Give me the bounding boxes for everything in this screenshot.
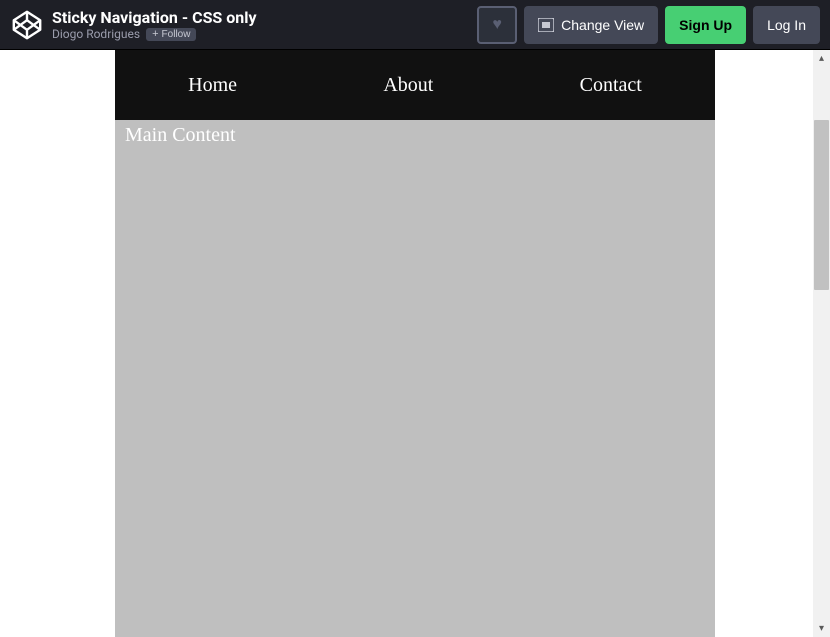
follow-label: Follow (162, 29, 191, 40)
scrollbar-up-icon[interactable]: ▴ (813, 50, 830, 67)
nav-link-home[interactable]: Home (188, 74, 237, 97)
plus-icon: + (152, 29, 158, 40)
change-view-label: Change View (561, 17, 644, 33)
view-icon (538, 18, 554, 32)
pen-author[interactable]: Diogo Rodrigues (52, 27, 140, 41)
change-view-button[interactable]: Change View (524, 6, 658, 44)
pen-info: Sticky Navigation - CSS only Diogo Rodri… (52, 8, 469, 42)
pen-author-row: Diogo Rodrigues + Follow (52, 27, 469, 41)
page-wrapper: Home About Contact Main Content (115, 50, 715, 637)
love-button[interactable]: ♥ (477, 6, 517, 44)
topbar-actions: ♥ Change View Sign Up Log In (477, 6, 820, 44)
login-label: Log In (767, 17, 806, 33)
codepen-logo-icon (12, 10, 42, 40)
main-content: Main Content (115, 120, 715, 151)
vertical-scrollbar[interactable]: ▴ ▾ (813, 50, 830, 637)
scrollbar-down-icon[interactable]: ▾ (813, 620, 830, 637)
nav-link-contact[interactable]: Contact (580, 74, 642, 97)
sticky-nav: Home About Contact (115, 50, 715, 120)
signup-button[interactable]: Sign Up (665, 6, 746, 44)
nav-link-about[interactable]: About (383, 74, 433, 97)
codepen-topbar: Sticky Navigation - CSS only Diogo Rodri… (0, 0, 830, 50)
scrollbar-thumb[interactable] (814, 120, 829, 290)
login-button[interactable]: Log In (753, 6, 820, 44)
heart-icon: ♥ (492, 16, 502, 34)
codepen-logo[interactable] (10, 8, 44, 42)
signup-label: Sign Up (679, 17, 732, 33)
result-viewport: Home About Contact Main Content (0, 50, 830, 637)
follow-button[interactable]: + Follow (146, 28, 196, 41)
main-content-heading: Main Content (125, 124, 705, 147)
pen-title: Sticky Navigation - CSS only (52, 8, 469, 27)
